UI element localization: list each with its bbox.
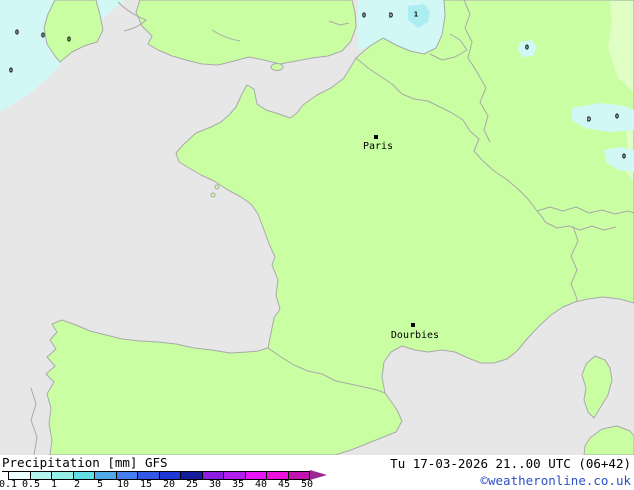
scale-label-1: 1	[50, 479, 58, 490]
legend-variable-label: Precipitation [mm]	[2, 455, 138, 472]
channel-island2	[210, 192, 216, 198]
isle-of-wight	[270, 63, 284, 71]
scale-label-20: 20	[162, 479, 176, 490]
scale-label-45: 45	[277, 479, 291, 490]
scale-segment-40	[245, 472, 267, 479]
scale-segment-15	[138, 472, 160, 479]
forecast-datetime: Tu 17-03-2026 21..00 UTC (06+42)	[390, 456, 631, 471]
station-symbol: 0	[14, 28, 20, 37]
paris-label: Paris	[362, 141, 394, 152]
station-symbol: 0	[524, 43, 530, 52]
scale-segment-45	[267, 472, 289, 479]
scale-label-10: 10	[116, 479, 130, 490]
map-svg	[0, 0, 634, 455]
scale-label-25: 25	[185, 479, 199, 490]
legend-model-label: GFS	[145, 455, 168, 470]
southern-england	[135, 0, 357, 66]
scale-segment-20	[159, 472, 181, 479]
dourbies-label: Dourbies	[390, 330, 440, 341]
scale-segment-10	[116, 472, 138, 479]
weather-map-screenshot: Paris Dourbies 00000D10D00 Precipitation …	[0, 0, 634, 490]
station-symbol: 0	[40, 31, 46, 40]
scale-label-0.5: 0.5	[21, 479, 41, 490]
station-symbol: D	[586, 115, 592, 124]
station-symbol: 0	[614, 112, 620, 121]
legend-title: Precipitation [mm] GFS	[2, 455, 168, 472]
scale-segment-25	[181, 472, 203, 479]
scale-label-30: 30	[208, 479, 222, 490]
scale-segment-2	[73, 472, 95, 479]
station-symbol: 0	[8, 66, 14, 75]
scale-label-5: 5	[96, 479, 104, 490]
scale-segment-50	[288, 472, 309, 479]
scale-segment-0.1	[9, 472, 31, 479]
copyright-link[interactable]: ©weatheronline.co.uk	[480, 474, 631, 487]
station-symbol: 0	[621, 152, 627, 161]
station-symbol: 0	[66, 35, 72, 44]
paris-dot	[374, 135, 378, 139]
scale-segment-30	[202, 472, 224, 479]
dourbies-dot	[411, 323, 415, 327]
station-symbol: D	[388, 11, 394, 20]
scale-segment-35	[224, 472, 246, 479]
scale-labels: 0.1 0.5 1 2 5 10 15 20 25 30 35 40 45 50	[0, 480, 330, 490]
scale-label-0.1: 0.1	[0, 479, 18, 490]
scale-label-35: 35	[231, 479, 245, 490]
scale-label-50: 50	[300, 479, 314, 490]
legend-strip: Precipitation [mm] GFS 0.1 0.5 1 2 5 10 15 20 25…	[0, 455, 634, 490]
station-symbol: 0	[361, 11, 367, 20]
scale-segment-5	[95, 472, 117, 479]
map-area: Paris Dourbies 0 0 0 0 0 D 1 0 D 0 0	[0, 0, 634, 455]
scale-label-2: 2	[73, 479, 81, 490]
channel-island	[214, 184, 220, 190]
scale-segment-1	[52, 472, 74, 479]
scale-label-40: 40	[254, 479, 268, 490]
scale-segment-0.5	[30, 472, 52, 479]
scale-label-15: 15	[139, 479, 153, 490]
station-symbol: 1	[413, 10, 419, 19]
